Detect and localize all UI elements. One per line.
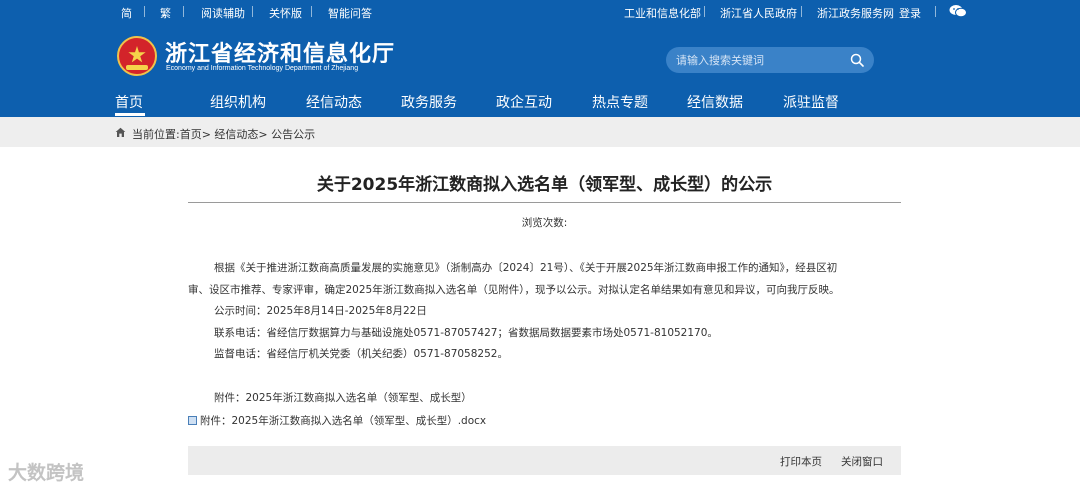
breadcrumb[interactable]: 当前位置:首页> 经信动态> 公告公示: [132, 126, 315, 142]
divider: [183, 6, 184, 17]
site-header: 简 繁 阅读辅助 关怀版 智能问答 工业和信息化部 浙江省人民政府 浙江政务服务…: [0, 0, 1080, 117]
nav-item-interaction[interactable]: 政企互动: [496, 92, 552, 112]
search-box: [666, 47, 874, 73]
divider: [311, 6, 312, 17]
close-window-button[interactable]: 关闭窗口: [841, 454, 883, 469]
document-icon: [188, 416, 197, 425]
active-nav-indicator: [115, 113, 145, 116]
traditional-chinese-link[interactable]: 繁: [160, 5, 171, 21]
search-icon[interactable]: [850, 53, 864, 67]
login-link[interactable]: 登录: [899, 5, 921, 21]
divider: [935, 6, 936, 17]
article-paragraph-1-line-2: 审、设区市推荐、专家评审，确定2025年浙江数商拟入选名单（见附件），现予以公示…: [188, 284, 840, 296]
publicity-period: 公示时间：2025年8月14日-2025年8月22日: [214, 305, 427, 317]
attachment-download-link[interactable]: 附件：2025年浙江数商拟入选名单（领军型、成长型）.docx: [200, 413, 486, 428]
divider: [704, 6, 705, 17]
reading-assist-link[interactable]: 阅读辅助: [201, 5, 245, 21]
supervision-phone: 监督电话：省经信厅机关党委（机关纪委）0571-87058252。: [214, 348, 508, 360]
smart-qa-link[interactable]: 智能问答: [328, 5, 372, 21]
top-utility-bar: 简 繁 阅读辅助 关怀版 智能问答 工业和信息化部 浙江省人民政府 浙江政务服务…: [0, 0, 1080, 24]
main-nav: 首页 组织机构 经信动态 政务服务 政企互动 热点专题 经信数据 派驻监督: [0, 88, 1080, 117]
simplified-chinese-link[interactable]: 简: [121, 5, 132, 21]
nav-item-data[interactable]: 经信数据: [687, 92, 743, 112]
attachment-note: 附件：2025年浙江数商拟入选名单（领军型、成长型）: [214, 392, 472, 404]
nav-item-news[interactable]: 经信动态: [306, 92, 362, 112]
search-input[interactable]: [676, 50, 836, 70]
divider: [252, 6, 253, 17]
nav-item-home[interactable]: 首页: [115, 92, 143, 112]
nav-item-supervision[interactable]: 派驻监督: [783, 92, 839, 112]
view-count: 浏览次数:: [521, 217, 568, 229]
home-icon: [115, 127, 126, 137]
care-version-link[interactable]: 关怀版: [269, 5, 302, 21]
site-title[interactable]: 浙江省经济和信息化厅: [165, 36, 395, 68]
title-divider: [188, 202, 901, 203]
divider: [801, 6, 802, 17]
article-paragraph-1-line-1: 根据《关于推进浙江数商高质量发展的实施意见》（浙制高办〔2024〕21号）、《关…: [214, 262, 838, 274]
miit-link[interactable]: 工业和信息化部: [624, 5, 701, 21]
nav-item-topics[interactable]: 热点专题: [592, 92, 648, 112]
nav-item-services[interactable]: 政务服务: [401, 92, 457, 112]
watermark: 大数跨境: [8, 462, 85, 484]
nav-item-organization[interactable]: 组织机构: [210, 92, 266, 112]
zhejiang-service-link[interactable]: 浙江政务服务网: [817, 5, 894, 21]
site-subtitle: Economy and Information Technology Depar…: [166, 65, 359, 72]
contact-phone: 联系电话：省经信厅数据算力与基础设施处0571-87057427；省数据局数据要…: [214, 327, 718, 339]
national-emblem-icon: [117, 36, 157, 76]
article-title: 关于2025年浙江数商拟入选名单（领军型、成长型）的公示: [316, 175, 773, 195]
zhejiang-gov-link[interactable]: 浙江省人民政府: [720, 5, 797, 21]
divider: [144, 6, 145, 17]
print-button[interactable]: 打印本页: [780, 454, 822, 469]
wechat-icon[interactable]: [949, 4, 967, 18]
